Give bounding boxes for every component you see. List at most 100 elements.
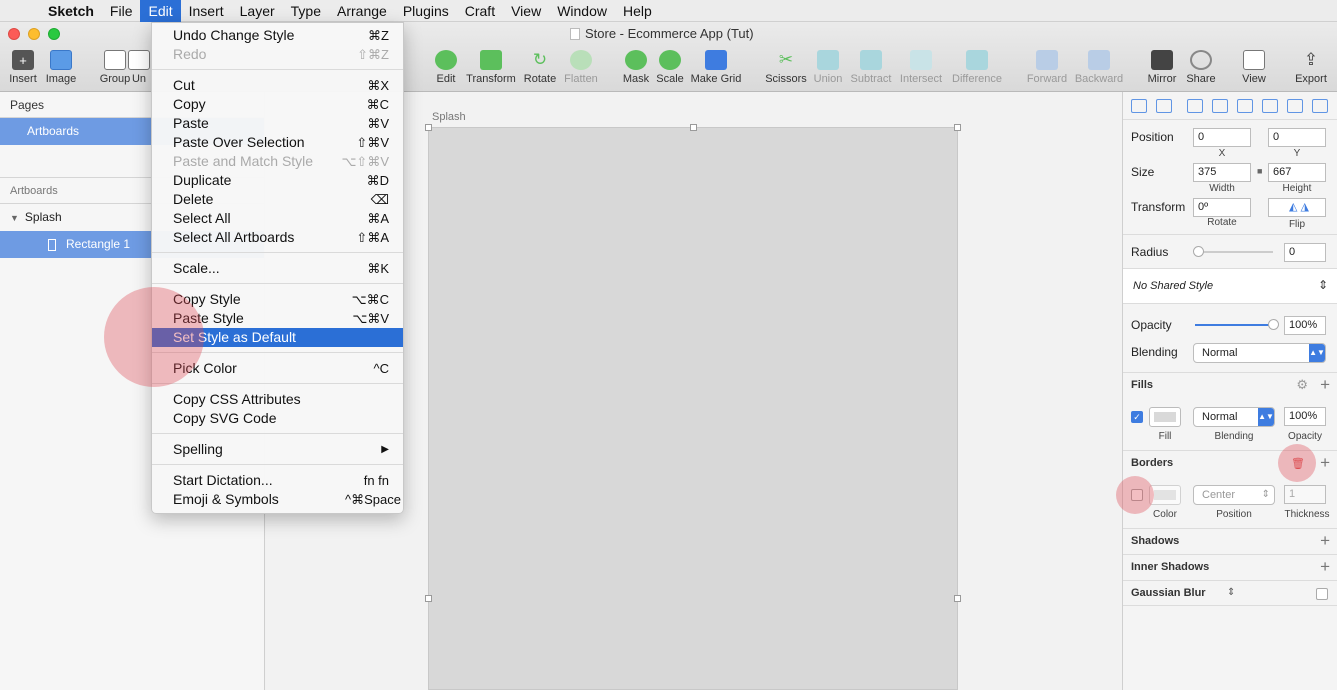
minimize-window-button[interactable] bbox=[28, 28, 40, 40]
menu-item-undo[interactable]: Undo Change Style ⌘Z bbox=[152, 26, 403, 45]
flip-horizontal-icon[interactable]: ◭ bbox=[1289, 201, 1297, 213]
blending-select[interactable]: Normal ▲▼ bbox=[1193, 343, 1326, 363]
menu-item-select-all-artboards[interactable]: Select All Artboards ⇧⌘A bbox=[152, 228, 403, 247]
menu-item-copy-css[interactable]: Copy CSS Attributes bbox=[152, 390, 403, 409]
align-bottom-icon[interactable] bbox=[1312, 98, 1328, 113]
add-shadow-button[interactable]: + bbox=[1320, 531, 1330, 551]
chevron-updown-icon[interactable]: ⇕ bbox=[1227, 587, 1235, 598]
width-field[interactable]: 375 bbox=[1193, 163, 1251, 182]
menu-item-spelling[interactable]: Spelling ▶ bbox=[152, 440, 403, 459]
menu-window[interactable]: Window bbox=[549, 0, 615, 22]
menu-item-start-dictation[interactable]: Start Dictation... fn fn bbox=[152, 471, 403, 490]
blending-label: Blending bbox=[1131, 345, 1178, 359]
menu-file[interactable]: File bbox=[102, 0, 141, 22]
add-inner-shadow-button[interactable]: + bbox=[1320, 557, 1330, 577]
menu-item-scale[interactable]: Scale... ⌘K bbox=[152, 259, 403, 278]
fill-label: Fill bbox=[1158, 431, 1172, 442]
menu-item-paste-over-selection[interactable]: Paste Over Selection ⇧⌘V bbox=[152, 133, 403, 152]
share-button[interactable]: Share bbox=[1173, 50, 1229, 85]
ungroup-button[interactable]: Un bbox=[124, 50, 154, 85]
rotate-field[interactable]: 0º bbox=[1193, 198, 1251, 217]
artboard-label[interactable]: Splash bbox=[432, 111, 466, 123]
menu-separator bbox=[152, 383, 403, 384]
view-button[interactable]: View bbox=[1226, 50, 1282, 85]
menu-plugins[interactable]: Plugins bbox=[395, 0, 457, 22]
fill-color-swatch[interactable] bbox=[1149, 407, 1181, 427]
border-thickness-field[interactable]: 1 bbox=[1284, 485, 1326, 504]
resize-handle[interactable] bbox=[954, 595, 961, 602]
image-icon bbox=[50, 50, 72, 70]
fill-enabled-checkbox[interactable]: ✓ bbox=[1131, 411, 1143, 423]
menu-item-copy-svg[interactable]: Copy SVG Code bbox=[152, 409, 403, 428]
flip-vertical-icon[interactable]: ◮ bbox=[1301, 201, 1309, 213]
menu-type[interactable]: Type bbox=[283, 0, 329, 22]
resize-handle[interactable] bbox=[425, 124, 432, 131]
artboard-splash[interactable] bbox=[425, 124, 961, 690]
forward-button[interactable]: Forward bbox=[1019, 50, 1075, 85]
opacity-field[interactable]: 100% bbox=[1284, 316, 1326, 335]
border-position-select[interactable]: Center ⇕ bbox=[1193, 485, 1275, 505]
radius-slider-knob[interactable] bbox=[1193, 246, 1204, 257]
subtract-button[interactable]: Subtract bbox=[843, 50, 899, 85]
opacity-slider-knob[interactable] bbox=[1268, 319, 1279, 330]
align-left-icon[interactable] bbox=[1187, 98, 1203, 113]
align-right-icon[interactable] bbox=[1237, 98, 1253, 113]
radius-slider[interactable] bbox=[1193, 246, 1273, 257]
position-y-field[interactable]: 0 bbox=[1268, 128, 1326, 147]
lock-icon[interactable]: ■ bbox=[1257, 166, 1262, 176]
menu-item-duplicate[interactable]: Duplicate ⌘D bbox=[152, 171, 403, 190]
position-x-field[interactable]: 0 bbox=[1193, 128, 1251, 147]
edit-menu-dropdown: Undo Change Style ⌘Z Redo ⇧⌘Z Cut ⌘X Copy ⌘C… bbox=[151, 22, 404, 514]
menu-view[interactable]: View bbox=[503, 0, 549, 22]
opacity-slider[interactable] bbox=[1195, 319, 1279, 330]
radius-field[interactable]: 0 bbox=[1284, 243, 1326, 262]
menu-arrange[interactable]: Arrange bbox=[329, 0, 395, 22]
add-border-button[interactable]: + bbox=[1320, 453, 1330, 473]
backward-button[interactable]: Backward bbox=[1071, 50, 1127, 85]
menu-help[interactable]: Help bbox=[615, 0, 660, 22]
shared-style-select[interactable]: No Shared Style ⇕ bbox=[1123, 268, 1337, 304]
image-button[interactable]: Image bbox=[33, 50, 89, 85]
menu-item-redo[interactable]: Redo ⇧⌘Z bbox=[152, 45, 403, 64]
menu-item-copy[interactable]: Copy ⌘C bbox=[152, 95, 403, 114]
disclosure-triangle-icon[interactable]: ▼ bbox=[10, 213, 19, 223]
distribute-horizontal-icon[interactable] bbox=[1131, 98, 1147, 113]
close-window-button[interactable] bbox=[8, 28, 20, 40]
menu-item-paste[interactable]: Paste ⌘V bbox=[152, 114, 403, 133]
align-center-icon[interactable] bbox=[1212, 98, 1228, 113]
menu-edit[interactable]: Edit bbox=[140, 0, 181, 22]
intersect-button[interactable]: Intersect bbox=[893, 50, 949, 85]
menu-item-emoji-symbols[interactable]: Emoji & Symbols ^⌘Space bbox=[152, 490, 403, 509]
distribute-vertical-icon[interactable] bbox=[1156, 98, 1172, 113]
transform-button[interactable]: Transform bbox=[463, 50, 519, 85]
make-grid-button[interactable]: Make Grid bbox=[688, 50, 744, 85]
export-button[interactable]: ⇪ Export bbox=[1283, 50, 1337, 85]
menu-craft[interactable]: Craft bbox=[457, 0, 503, 22]
ungroup-icon bbox=[128, 50, 150, 70]
group-icon bbox=[104, 50, 126, 70]
touch-indicator bbox=[104, 287, 204, 387]
menu-insert[interactable]: Insert bbox=[181, 0, 232, 22]
menu-item-cut[interactable]: Cut ⌘X bbox=[152, 76, 403, 95]
blur-enabled-checkbox[interactable] bbox=[1316, 588, 1328, 600]
fill-opacity-field[interactable]: 100% bbox=[1284, 407, 1326, 426]
maximize-window-button[interactable] bbox=[48, 28, 60, 40]
menu-item-paste-match-style[interactable]: Paste and Match Style ⌥⇧⌘V bbox=[152, 152, 403, 171]
flatten-button[interactable]: Flatten bbox=[553, 50, 609, 85]
menu-item-select-all[interactable]: Select All ⌘A bbox=[152, 209, 403, 228]
gear-icon[interactable]: ⚙ bbox=[1296, 377, 1308, 393]
align-middle-icon[interactable] bbox=[1287, 98, 1303, 113]
height-field[interactable]: 667 bbox=[1268, 163, 1326, 182]
difference-button[interactable]: Difference bbox=[949, 50, 1005, 85]
align-top-icon[interactable] bbox=[1262, 98, 1278, 113]
add-fill-button[interactable]: + bbox=[1320, 375, 1330, 395]
resize-handle[interactable] bbox=[954, 124, 961, 131]
resize-handle[interactable] bbox=[425, 595, 432, 602]
flip-buttons[interactable]: ◭ ◮ bbox=[1268, 198, 1326, 217]
resize-handle[interactable] bbox=[690, 124, 697, 131]
menu-separator bbox=[152, 464, 403, 465]
menu-item-delete[interactable]: Delete ⌫ bbox=[152, 190, 403, 209]
menu-sketch[interactable]: Sketch bbox=[40, 0, 102, 22]
menu-layer[interactable]: Layer bbox=[232, 0, 283, 22]
fill-blending-select[interactable]: Normal ▲▼ bbox=[1193, 407, 1275, 427]
